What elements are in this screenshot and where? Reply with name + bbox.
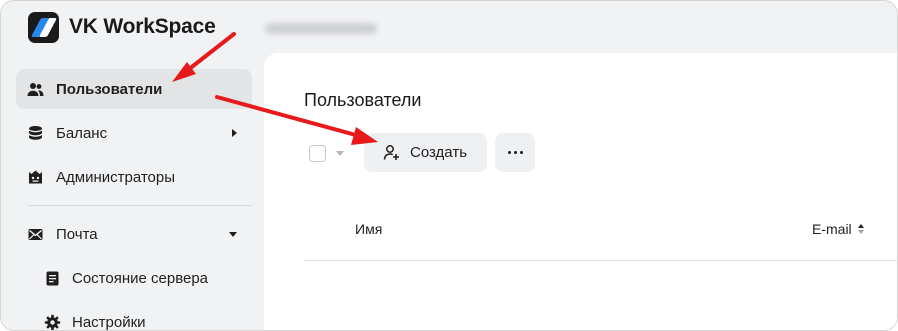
create-button-label: Создать: [410, 144, 468, 161]
sidebar-item-label: Настройки: [72, 313, 146, 331]
coins-icon: [27, 125, 44, 142]
sidebar-item-users[interactable]: Пользователи: [16, 69, 252, 109]
sidebar-item-label: Администраторы: [56, 168, 176, 186]
sidebar-item-balance[interactable]: Баланс: [16, 113, 252, 153]
sidebar-item-settings[interactable]: Настройки: [16, 302, 252, 331]
sidebar-item-label: Состояние сервера: [72, 269, 209, 287]
sidebar-divider: [28, 205, 252, 206]
sidebar-item-admins[interactable]: Администраторы: [16, 157, 252, 197]
column-header-email-label: E-mail: [812, 221, 852, 237]
organization-name-blurred: [265, 23, 377, 34]
column-header-email[interactable]: E-mail: [812, 221, 864, 237]
users-icon: [27, 81, 44, 98]
page-title: Пользователи: [304, 90, 422, 110]
add-user-icon: [383, 144, 400, 161]
column-header-name[interactable]: Имя: [355, 221, 382, 237]
main-panel: Пользователи Создать Имя E-mail: [264, 53, 897, 330]
chevron-right-icon[interactable]: [232, 129, 237, 137]
sort-icon[interactable]: [857, 224, 864, 234]
sidebar-item-label: Пользователи: [56, 80, 163, 98]
document-icon: [44, 270, 61, 287]
more-dots-icon: [507, 151, 523, 154]
create-user-button[interactable]: Создать: [364, 133, 487, 172]
table-header-divider: [304, 260, 897, 261]
more-actions-button[interactable]: [495, 133, 535, 172]
app-window: VK WorkSpace Пользователи Баланс Админис…: [0, 0, 898, 331]
select-all-checkbox[interactable]: [309, 145, 326, 162]
brand-name[interactable]: VK WorkSpace: [69, 15, 216, 39]
sidebar-item-server-status[interactable]: Состояние сервера: [16, 258, 252, 298]
sidebar-item-label: Почта: [56, 225, 98, 243]
sidebar-item-mail[interactable]: Почта: [16, 214, 252, 254]
admin-icon: [27, 169, 44, 186]
chevron-down-icon[interactable]: [229, 231, 237, 237]
vk-workspace-logo-icon[interactable]: [28, 12, 59, 43]
sidebar-item-label: Баланс: [56, 124, 108, 142]
gear-icon: [44, 314, 61, 331]
select-dropdown-caret-icon[interactable]: [336, 151, 344, 156]
mail-icon: [27, 226, 44, 243]
